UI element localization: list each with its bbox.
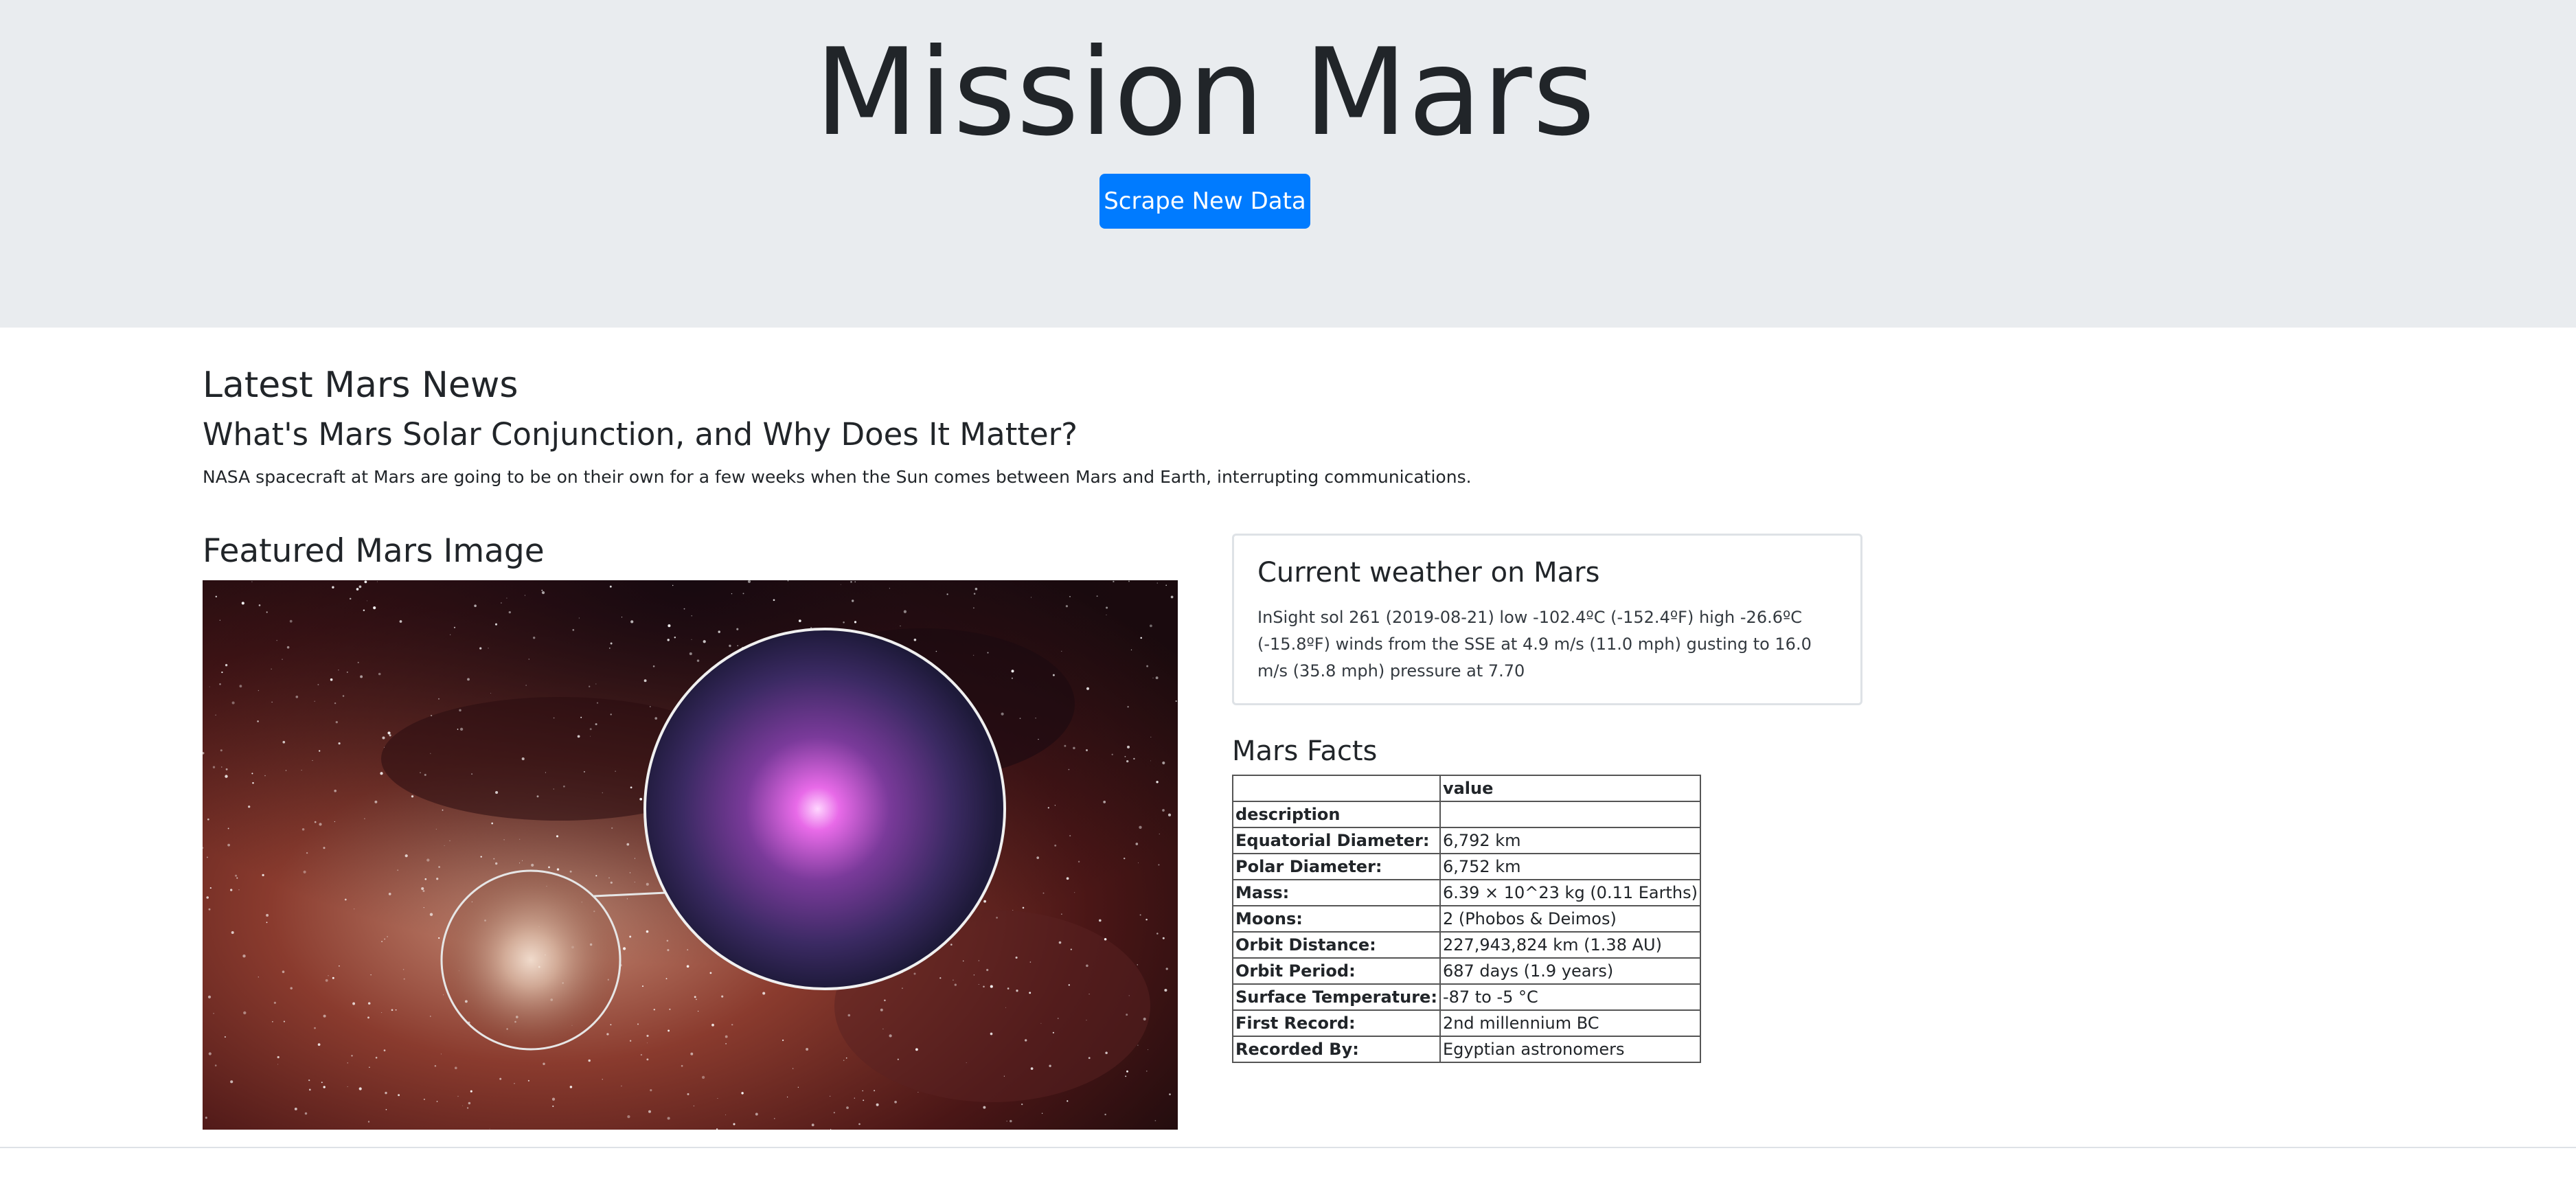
scrape-new-data-button[interactable]: Scrape New Data <box>1099 174 1310 229</box>
table-row: Orbit Distance: 227,943,824 km (1.38 AU) <box>1232 931 1701 959</box>
fact-value: 6,752 km <box>1439 853 1701 880</box>
fact-value: -87 to -5 °C <box>1439 983 1701 1011</box>
weather-text: InSight sol 261 (2019-08-21) low -102.4º… <box>1257 608 1812 681</box>
featured-image-heading: Featured Mars Image <box>203 532 545 570</box>
table-row: First Record: 2nd millennium BC <box>1232 1009 1701 1037</box>
table-row: Moons: 2 (Phobos & Deimos) <box>1232 905 1701 933</box>
fact-label: Surface Temperature: <box>1232 983 1441 1011</box>
news-title: What's Mars Solar Conjunction, and Why D… <box>203 416 1078 453</box>
news-teaser: NASA spacecraft at Mars are going to be … <box>203 467 1472 487</box>
fact-value: Egyptian astronomers <box>1439 1036 1701 1063</box>
fact-value: 2 (Phobos & Deimos) <box>1439 905 1701 933</box>
table-row: Equatorial Diameter: 6,792 km <box>1232 827 1701 854</box>
table-row: Surface Temperature: -87 to -5 °C <box>1232 983 1701 1011</box>
latest-news-heading: Latest Mars News <box>203 365 518 406</box>
fact-label: Moons: <box>1232 905 1441 933</box>
mars-facts-table: value description Equatorial Diameter: 6,… <box>1232 775 1701 1063</box>
fact-label: Polar Diameter: <box>1232 853 1441 880</box>
fact-value: 227,943,824 km (1.38 AU) <box>1439 931 1701 959</box>
fact-value: 687 days (1.9 years) <box>1439 957 1701 985</box>
table-header-blank <box>1232 775 1441 802</box>
fact-label: First Record: <box>1232 1009 1441 1037</box>
fact-label: Mass: <box>1232 879 1441 906</box>
table-row: Mass: 6.39 × 10^23 kg (0.11 Earths) <box>1232 879 1701 906</box>
weather-card: Current weather on Mars InSight sol 261 … <box>1232 534 1862 705</box>
jumbotron-header: Mission Mars Scrape New Data <box>0 0 2576 328</box>
weather-title: Current weather on Mars <box>1257 557 1600 589</box>
table-header-value: value <box>1439 775 1701 802</box>
table-index-blank <box>1439 801 1701 828</box>
page-title: Mission Mars <box>814 23 1596 163</box>
fact-value: 6,792 km <box>1439 827 1701 854</box>
mars-facts-heading: Mars Facts <box>1232 735 1378 767</box>
fact-value: 6.39 × 10^23 kg (0.11 Earths) <box>1439 879 1701 906</box>
table-index-row: description <box>1232 801 1701 828</box>
table-row: Polar Diameter: 6,752 km <box>1232 853 1701 880</box>
table-header-row: value <box>1232 775 1701 802</box>
footer-divider <box>0 1147 2576 1148</box>
fact-label: Orbit Distance: <box>1232 931 1441 959</box>
fact-value: 2nd millennium BC <box>1439 1009 1701 1037</box>
fact-label: Equatorial Diameter: <box>1232 827 1441 854</box>
table-row: Orbit Period: 687 days (1.9 years) <box>1232 957 1701 985</box>
fact-label: Recorded By: <box>1232 1036 1441 1063</box>
table-index-description: description <box>1232 801 1441 828</box>
fact-label: Orbit Period: <box>1232 957 1441 985</box>
table-row: Recorded By: Egyptian astronomers <box>1232 1036 1701 1063</box>
featured-mars-image <box>203 580 1178 1130</box>
